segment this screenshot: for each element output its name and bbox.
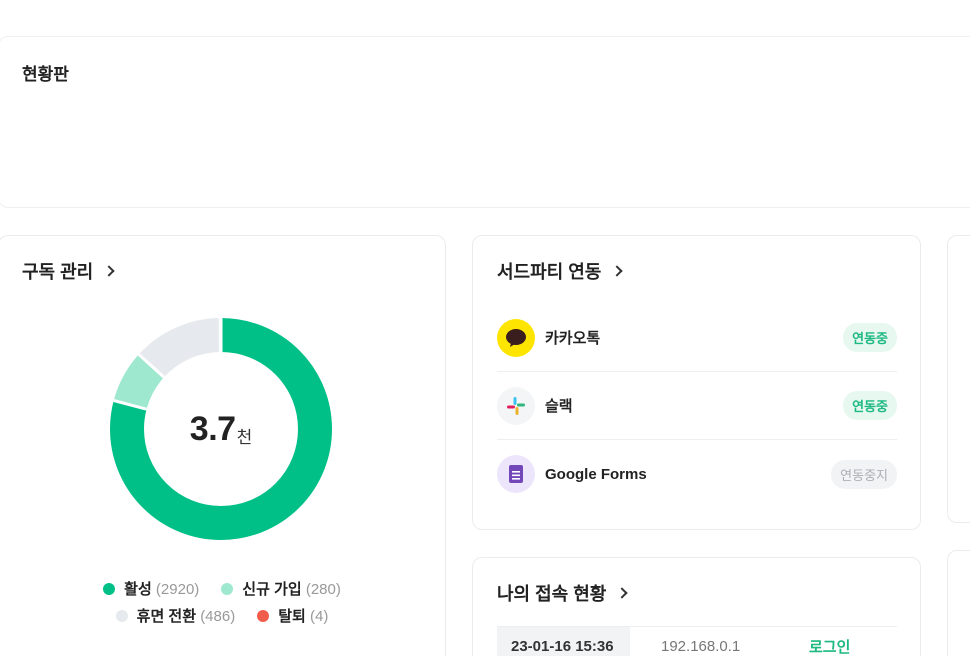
right-card-partial [947, 235, 970, 523]
integration-name: 슬랙 [545, 398, 573, 415]
integration-item-kakaotalk[interactable]: 카카오톡 연동중 [497, 304, 897, 372]
donut-center-label: 3.7 천 [110, 318, 332, 540]
subscription-title: 구독 관리 [22, 262, 94, 282]
legend-label: 탈퇴 [278, 608, 306, 625]
subscription-header-link[interactable]: 구독 관리 [22, 258, 115, 284]
integration-name: 카카오톡 [545, 330, 601, 347]
access-header-link[interactable]: 나의 접속 현황 [497, 580, 629, 606]
third-party-title: 서드파티 연동 [497, 262, 602, 282]
dashboard-card [0, 36, 970, 208]
legend-dot [221, 582, 234, 595]
access-ip: 192.168.0.1 [661, 638, 741, 655]
page-title: 현황판 [22, 65, 69, 84]
kakaotalk-icon [497, 318, 535, 357]
status-badge: 연동중 [843, 391, 897, 420]
legend-row-2: 휴면 전환 (486) 탈퇴 (4) [0, 605, 444, 626]
integration-name: Google Forms [545, 465, 647, 483]
access-action: 로그인 [809, 639, 851, 656]
legend-label: 신규 가입 [242, 581, 302, 598]
donut-total-value: 3.7 [189, 409, 236, 448]
legend-item-dormant: 휴면 전환 (486) [115, 605, 236, 626]
integration-item-google-forms[interactable]: Google Forms 연동중지 [497, 440, 897, 508]
legend-label: 활성 [124, 581, 152, 598]
right-card-partial [947, 550, 970, 656]
subscription-donut-chart: 3.7 천 [110, 317, 332, 540]
legend-item-active: 활성 (2920) [103, 578, 199, 599]
legend-count: (486) [200, 608, 236, 625]
status-badge: 연동중지 [831, 459, 897, 489]
legend-count: (4) [310, 608, 329, 625]
legend-label: 휴면 전환 [136, 608, 197, 625]
legend-count: (280) [305, 581, 341, 598]
legend-count: (2920) [155, 581, 200, 598]
chevron-right-icon [103, 265, 115, 277]
chevron-right-icon [611, 265, 624, 277]
legend-row-1: 활성 (2920) 신규 가입 (280) [0, 578, 444, 599]
access-row: 23-01-16 15:36 192.168.0.1 로그인 [497, 626, 897, 656]
integration-item-slack[interactable]: 슬랙 연동중 [497, 372, 897, 440]
access-time: 23-01-16 15:36 [497, 626, 630, 656]
access-title: 나의 접속 현황 [497, 584, 607, 604]
legend-dot [103, 582, 116, 595]
legend-item-withdrawn: 탈퇴 (4) [257, 605, 328, 626]
legend-dot [257, 609, 270, 622]
status-badge: 연동중 [843, 323, 897, 352]
chevron-right-icon [616, 587, 629, 599]
slack-icon [497, 386, 535, 425]
donut-total-unit: 천 [236, 427, 253, 447]
third-party-header-link[interactable]: 서드파티 연동 [497, 258, 624, 284]
legend-dot [115, 609, 128, 622]
google-forms-icon [497, 455, 535, 493]
legend-item-new: 신규 가입 (280) [221, 578, 341, 599]
